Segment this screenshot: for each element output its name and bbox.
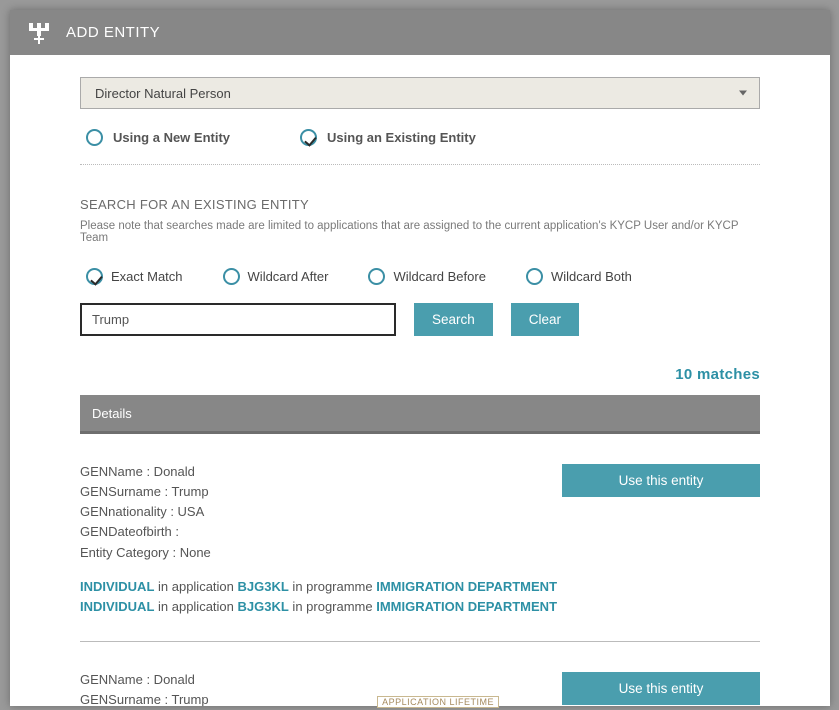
radio-existing-entity[interactable]: Using an Existing Entity (300, 129, 476, 146)
search-input[interactable] (80, 303, 396, 336)
result-field: GENDateofbirth : (80, 522, 760, 542)
link-application[interactable]: BJG3KL (238, 599, 289, 614)
add-entity-modal: ADD ENTITY Director Natural Person Using… (10, 10, 830, 706)
radio-wildcard-before-label: Wildcard Before (393, 269, 485, 284)
radio-wildcard-both-label: Wildcard Both (551, 269, 632, 284)
result-card: GENName : DonaldGENSurname : TrumpGENnat… (80, 434, 760, 617)
radio-wildcard-after[interactable]: Wildcard After (223, 268, 329, 285)
radio-icon-checked (300, 129, 317, 146)
radio-icon (223, 268, 240, 285)
entity-mode-row: Using a New Entity Using an Existing Ent… (80, 109, 760, 165)
match-type-row: Exact Match Wildcard After Wildcard Befo… (80, 268, 760, 303)
link-application[interactable]: BJG3KL (238, 579, 289, 594)
radio-icon (368, 268, 385, 285)
result-link-line: INDIVIDUAL in application BJG3KL in prog… (80, 577, 760, 597)
results-container: GENName : DonaldGENSurname : TrumpGENnat… (80, 434, 760, 706)
result-field: GENnationality : USA (80, 502, 760, 522)
chevron-down-icon (739, 91, 747, 96)
link-programme[interactable]: IMMIGRATION DEPARTMENT (376, 599, 557, 614)
result-link-line: INDIVIDUAL in application BJG3KL in prog… (80, 597, 760, 617)
link-entity-type[interactable]: INDIVIDUAL (80, 599, 154, 614)
matches-count: 10 matches (80, 366, 760, 383)
entity-type-selected: Director Natural Person (95, 86, 231, 101)
add-entity-icon (26, 20, 52, 46)
radio-exact-match[interactable]: Exact Match (86, 268, 183, 285)
search-row: Search Clear (80, 303, 760, 336)
link-entity-type[interactable]: INDIVIDUAL (80, 579, 154, 594)
use-this-entity-button[interactable]: Use this entity (562, 672, 760, 705)
modal-body: Director Natural Person Using a New Enti… (10, 55, 830, 706)
radio-new-entity-label: Using a New Entity (113, 130, 230, 145)
entity-type-select[interactable]: Director Natural Person (80, 77, 760, 109)
result-links: INDIVIDUAL in application BJG3KL in prog… (80, 577, 760, 617)
link-programme[interactable]: IMMIGRATION DEPARTMENT (376, 579, 557, 594)
footer-tag: APPLICATION LIFETIME (377, 696, 499, 708)
modal-header: ADD ENTITY (10, 10, 830, 55)
radio-existing-entity-label: Using an Existing Entity (327, 130, 476, 145)
radio-icon-checked (86, 268, 103, 285)
search-button[interactable]: Search (414, 303, 493, 336)
radio-icon (526, 268, 543, 285)
radio-wildcard-both[interactable]: Wildcard Both (526, 268, 632, 285)
radio-wildcard-after-label: Wildcard After (248, 269, 329, 284)
use-this-entity-button[interactable]: Use this entity (562, 464, 760, 497)
result-field: Entity Category : None (80, 543, 760, 563)
clear-button[interactable]: Clear (511, 303, 579, 336)
radio-icon (86, 129, 103, 146)
radio-new-entity[interactable]: Using a New Entity (86, 129, 230, 146)
modal-title: ADD ENTITY (66, 24, 160, 41)
search-section-title: SEARCH FOR AN EXISTING ENTITY (80, 197, 760, 212)
radio-wildcard-before[interactable]: Wildcard Before (368, 268, 485, 285)
details-header: Details (80, 395, 760, 434)
radio-exact-match-label: Exact Match (111, 269, 183, 284)
search-section-note: Please note that searches made are limit… (80, 220, 760, 244)
